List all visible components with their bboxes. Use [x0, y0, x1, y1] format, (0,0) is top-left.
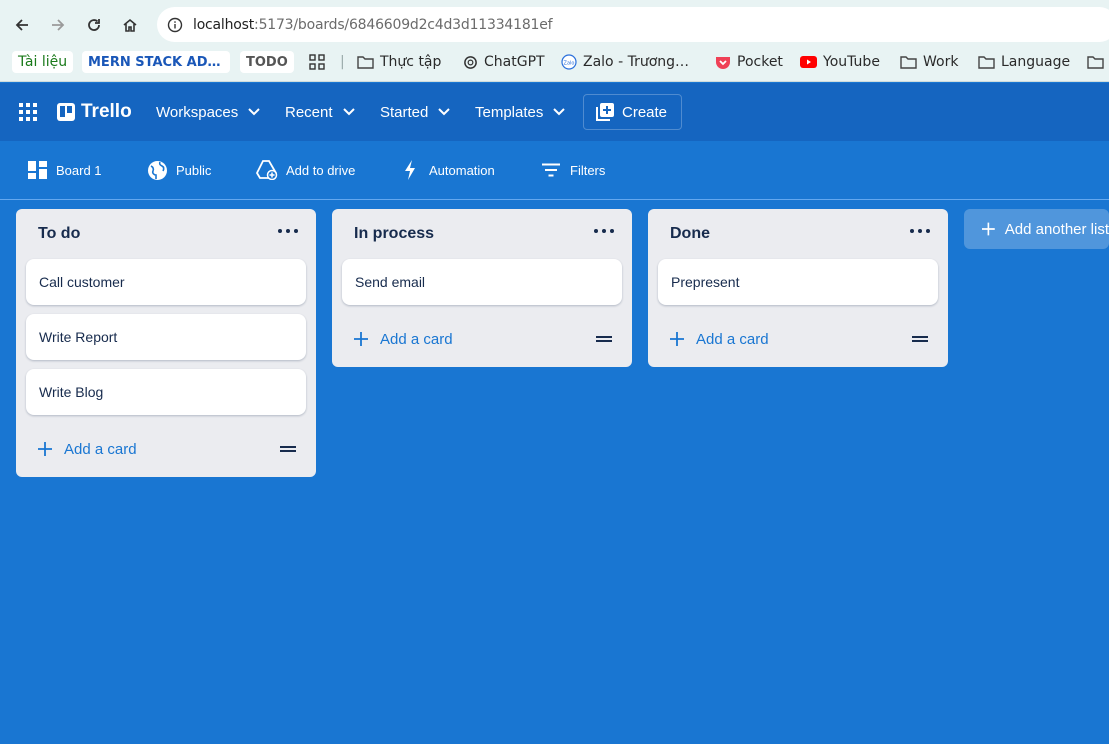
dashboard-icon	[28, 161, 47, 179]
nav-workspaces[interactable]: Workspaces	[156, 83, 260, 141]
folder-icon	[978, 56, 995, 69]
browser-chrome: localhost:5173/boards/6846609d2c4d3d1133…	[0, 0, 1109, 82]
chatgpt-icon	[464, 55, 477, 69]
svg-text:Zalo: Zalo	[564, 61, 575, 67]
folder-icon	[900, 56, 917, 69]
bookmark-separator: |	[340, 54, 345, 70]
create-button[interactable]: Create	[583, 94, 682, 130]
public-globe-icon	[148, 160, 167, 180]
arrow-right-icon	[52, 19, 65, 31]
bookmark-language[interactable]: Language	[978, 51, 1070, 73]
nav-started[interactable]: Started	[380, 83, 451, 141]
trello-icon	[57, 103, 75, 121]
bookmark-work[interactable]: Work	[900, 51, 958, 73]
card[interactable]: Send email	[342, 259, 622, 305]
bolt-icon	[405, 160, 415, 180]
address-bar[interactable]: localhost:5173/boards/6846609d2c4d3d1133…	[157, 7, 1109, 42]
zalo-icon: Zalo	[561, 54, 577, 70]
apps-menu-button[interactable]	[19, 83, 37, 141]
nav-recent[interactable]: Recent	[285, 83, 355, 141]
drag-handle-icon[interactable]	[596, 336, 612, 342]
arrow-left-icon	[15, 19, 28, 31]
plus-icon	[38, 442, 52, 456]
visibility-button[interactable]: Public	[147, 141, 211, 199]
folder-icon	[1087, 56, 1104, 69]
filter-list-icon	[542, 163, 560, 177]
add-to-drive-icon	[256, 160, 278, 180]
bookmark-mern-stack[interactable]: MERN STACK AD…	[82, 51, 230, 73]
add-card-button[interactable]: Add a card	[354, 327, 453, 351]
board-bar: Board 1 Public Add to drive Automation F…	[0, 141, 1109, 200]
site-info-icon[interactable]	[165, 15, 185, 35]
list-column-done: Done Prepresent Add a card	[648, 209, 948, 367]
add-to-drive-button[interactable]: Add to drive	[256, 141, 355, 199]
add-card-button[interactable]: Add a card	[38, 437, 137, 461]
home-icon	[123, 18, 137, 32]
list-title: To do	[38, 225, 81, 242]
bookmark-youtube[interactable]: YouTube	[800, 51, 880, 73]
reload-button[interactable]	[81, 12, 107, 38]
app-header: Trello Workspaces Recent Started Templat…	[0, 83, 1109, 141]
chevron-down-icon	[342, 108, 355, 116]
forward-button[interactable]	[45, 12, 71, 38]
bookmark-todo[interactable]: TODO	[240, 51, 294, 73]
list-column-in-process: In process Send email Add a card	[332, 209, 632, 367]
card[interactable]: Prepresent	[658, 259, 938, 305]
more-horiz-icon[interactable]	[278, 223, 298, 239]
bookmark-tai-lieu[interactable]: Tài liệu	[12, 51, 74, 73]
bookmark-more-folder[interactable]	[1087, 51, 1109, 73]
drag-handle-icon[interactable]	[280, 446, 296, 452]
folder-icon	[357, 56, 374, 69]
filters-button[interactable]: Filters	[541, 141, 605, 199]
bookmark-chatgpt[interactable]: ChatGPT	[463, 51, 545, 73]
card[interactable]: Write Blog	[26, 369, 306, 415]
back-button[interactable]	[9, 12, 35, 38]
chevron-down-icon	[248, 108, 260, 116]
nav-templates[interactable]: Templates	[475, 83, 566, 141]
home-button[interactable]	[117, 12, 143, 38]
list-column-todo: To do Call customer Write Report Write B…	[16, 209, 316, 477]
card[interactable]: Write Report	[26, 314, 306, 360]
add-card-button[interactable]: Add a card	[670, 327, 769, 351]
more-horiz-icon[interactable]	[910, 223, 930, 239]
drag-handle-icon[interactable]	[912, 336, 928, 342]
reload-icon	[88, 19, 100, 31]
bookmarks-bar: Tài liệu MERN STACK AD… TODO | Thực tập …	[0, 48, 1109, 76]
apps-grid-icon[interactable]	[309, 51, 331, 73]
trello-logo[interactable]: Trello	[57, 83, 132, 141]
bookmark-zalo[interactable]: Zalo Zalo - Trương…	[561, 51, 689, 73]
automation-button[interactable]: Automation	[404, 141, 495, 199]
chevron-down-icon	[438, 108, 451, 116]
apps-grid-icon	[19, 103, 37, 121]
url-text: localhost:5173/boards/6846609d2c4d3d1133…	[193, 16, 553, 33]
pocket-icon	[716, 56, 730, 69]
add-list-button[interactable]: Add another list	[964, 209, 1109, 249]
board-name-button[interactable]: Board 1	[28, 141, 102, 199]
more-horiz-icon[interactable]	[594, 223, 614, 239]
list-title: Done	[670, 225, 710, 242]
plus-icon	[670, 332, 684, 346]
bookmark-thuc-tap[interactable]: Thực tập	[357, 51, 441, 73]
bookmark-pocket[interactable]: Pocket	[715, 51, 783, 73]
chevron-down-icon	[553, 108, 566, 116]
youtube-icon	[800, 56, 817, 68]
add-box-icon	[596, 103, 614, 121]
plus-icon	[982, 222, 995, 236]
card[interactable]: Call customer	[26, 259, 306, 305]
plus-icon	[354, 332, 368, 346]
list-title: In process	[354, 225, 435, 242]
